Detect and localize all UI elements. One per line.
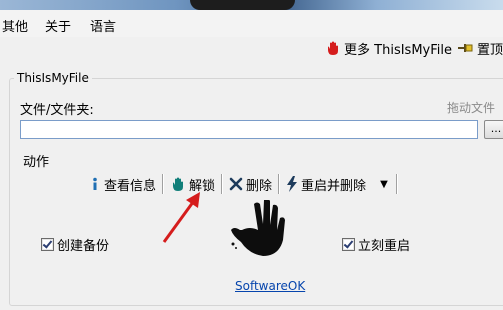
pin-icon [457, 44, 473, 52]
file-folder-label: 文件/文件夹: [20, 103, 94, 118]
black-hand-logo-icon [231, 200, 285, 256]
softwareok-link[interactable]: SoftwareOK [235, 279, 305, 293]
view-info-button[interactable]: 查看信息 [83, 173, 162, 195]
toolbar-separator [395, 174, 398, 194]
restart-delete-button[interactable]: 重启并删除 [280, 173, 372, 195]
browse-button[interactable]: ... [484, 120, 503, 139]
checkbox-box[interactable] [41, 238, 54, 251]
create-backup-checkbox[interactable]: 创建备份 [41, 235, 109, 254]
view-info-label: 查看信息 [104, 178, 157, 194]
create-backup-label: 创建备份 [57, 239, 110, 254]
action-toolbar: 查看信息 解锁 删除 重启并删除 ▼ [83, 172, 398, 196]
chevron-down-icon[interactable]: ▼ [372, 179, 396, 190]
more-label: 更多 ThisIsMyFile [344, 42, 452, 58]
lightning-icon [287, 176, 298, 192]
info-icon [93, 177, 97, 190]
delete-label: 删除 [246, 178, 273, 194]
title-decoration [190, 0, 295, 10]
drag-file-hint: 拖动文件 [446, 101, 495, 115]
restart-now-checkbox[interactable]: 立刻重启 [342, 235, 410, 254]
checkbox-box[interactable] [342, 238, 355, 251]
always-on-top-button[interactable]: 置顶 [457, 39, 503, 58]
top-label: 置顶 [476, 42, 503, 58]
more-thisismyfile-button[interactable]: 更多 ThisIsMyFile [325, 39, 452, 58]
restart-now-label: 立刻重启 [358, 239, 411, 254]
title-strip [0, 0, 503, 10]
red-hand-icon [328, 41, 339, 55]
delete-button[interactable]: 删除 [223, 173, 278, 195]
menu-other[interactable]: 其他 [2, 16, 28, 35]
restart-delete-label: 重启并删除 [301, 178, 367, 194]
menu-about[interactable]: 关于 [45, 16, 71, 35]
menu-language[interactable]: 语言 [90, 16, 116, 35]
actions-title: 动作 [23, 155, 50, 170]
menu-bar: 其他 关于 语言 [0, 10, 503, 37]
file-path-input[interactable] [20, 120, 478, 139]
group-title: ThisIsMyFile [14, 71, 92, 85]
toolbar-right: 更多 ThisIsMyFile 置顶 [325, 38, 503, 58]
delete-x-icon [229, 177, 243, 191]
red-arrow-icon [162, 192, 200, 243]
